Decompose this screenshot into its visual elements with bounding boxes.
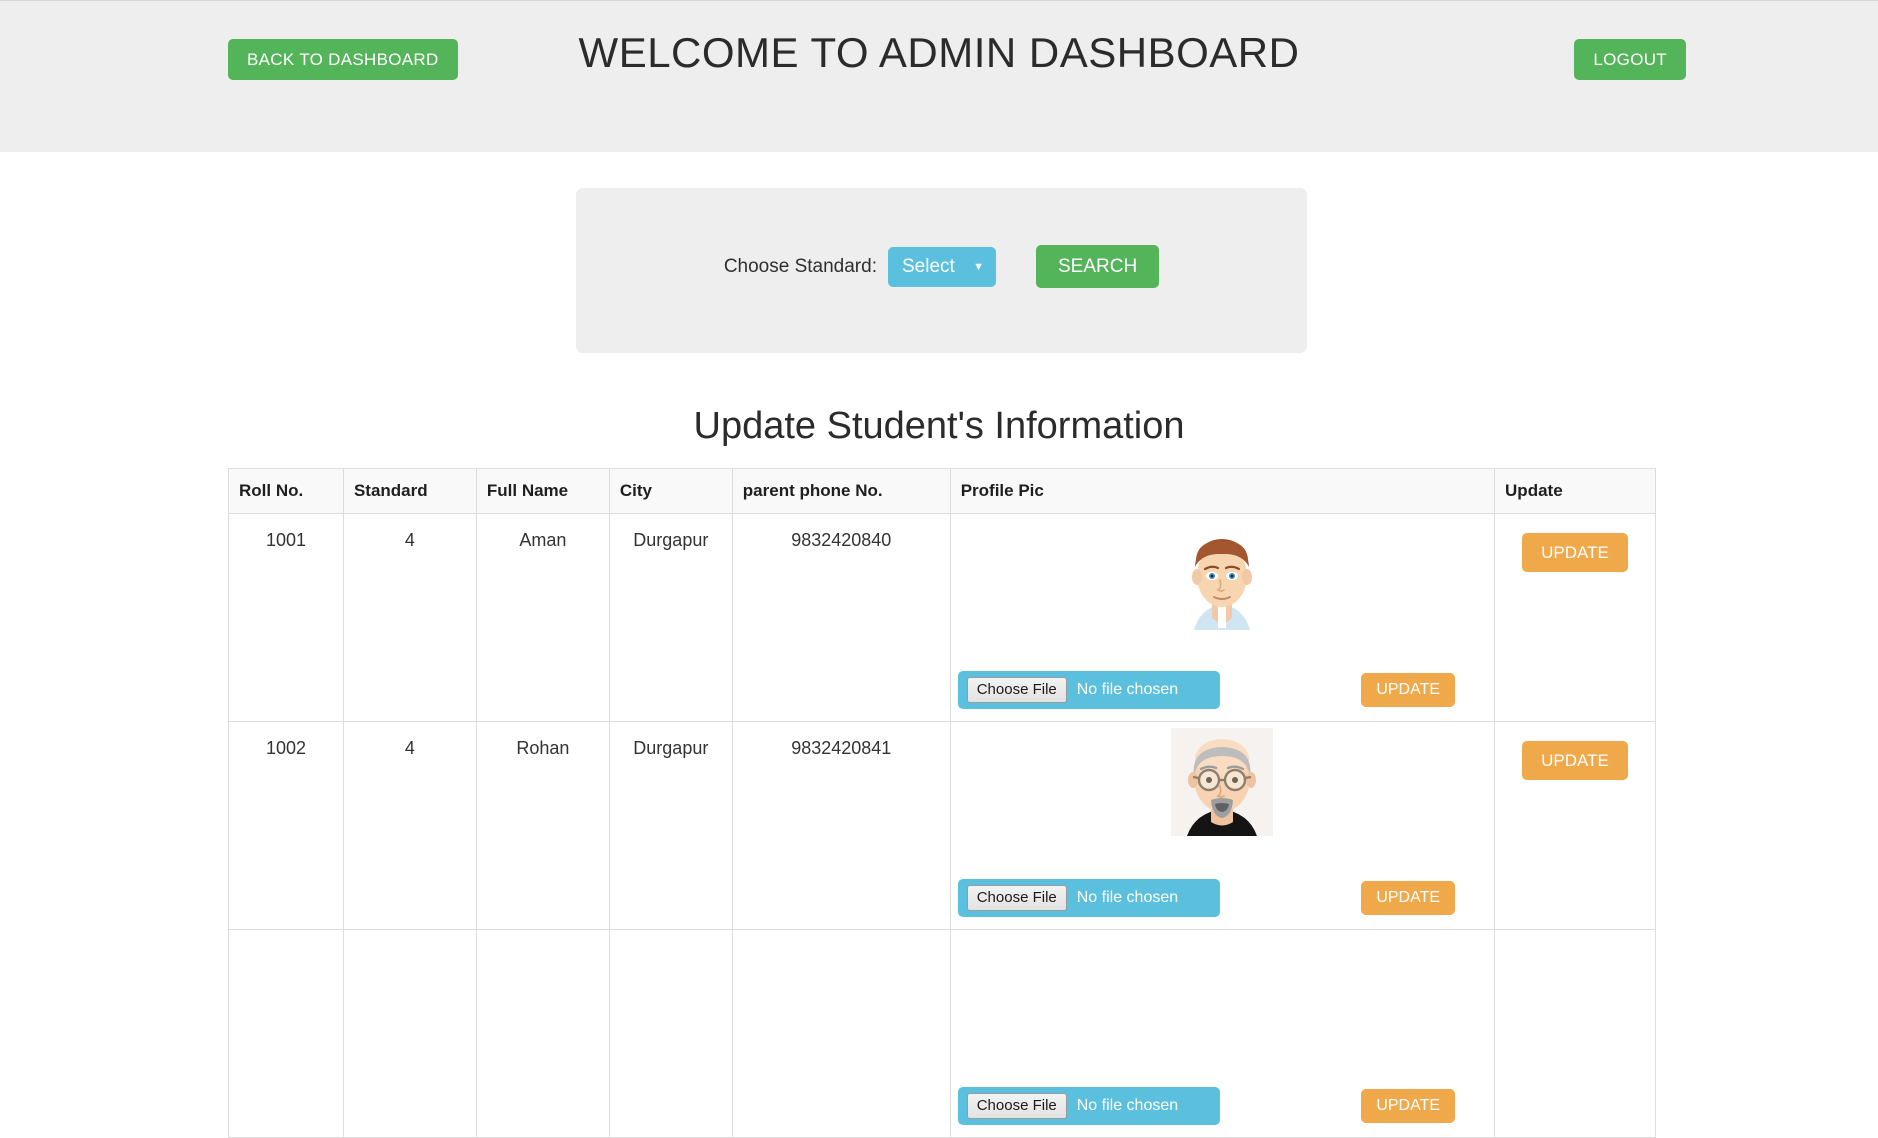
students-table: Roll No. Standard Full Name City parent …	[228, 468, 1656, 1138]
file-status-label: No file chosen	[1076, 889, 1179, 906]
profile-pic-file-input[interactable]: Choose File No file chosen	[957, 879, 1220, 917]
column-header-roll-no: Roll No.	[228, 468, 344, 514]
standard-select[interactable]: Select ▼	[887, 246, 996, 287]
column-header-city: City	[608, 468, 733, 514]
column-header-full-name: Full Name	[475, 468, 610, 514]
student-avatar-image	[1174, 520, 1271, 630]
table-row: 1002 4 Rohan Durgapur 9832420841 Choose …	[228, 721, 1656, 930]
cell-parent-phone: 9832420840	[731, 513, 951, 722]
table-row: 1001 4 Aman Durgapur 9832420840 Choose F…	[228, 513, 1656, 722]
cell-profile-pic: Choose File No file chosen UPDATE	[949, 513, 1496, 722]
profile-pic-file-input[interactable]: Choose File No file chosen	[957, 671, 1220, 709]
file-status-label: No file chosen	[1076, 1097, 1179, 1114]
column-header-update: Update	[1494, 468, 1656, 514]
cell-profile-pic: Choose File No file chosen UPDATE	[949, 721, 1496, 930]
cell-city: Durgapur	[608, 721, 733, 930]
upload-update-button[interactable]: UPDATE	[1361, 673, 1456, 707]
cell-update: UPDATE	[1494, 721, 1656, 930]
search-controls-row: Choose Standard: Select ▼ SEARCH	[576, 245, 1307, 288]
table-header: Roll No. Standard Full Name City parent …	[228, 468, 1656, 514]
cell-standard	[342, 929, 477, 1138]
choose-file-button[interactable]: Choose File	[966, 884, 1067, 912]
chevron-down-icon: ▼	[973, 260, 984, 273]
upload-update-button[interactable]: UPDATE	[1361, 881, 1456, 915]
cell-parent-phone	[731, 929, 951, 1138]
cell-standard: 4	[342, 513, 477, 722]
students-table-container: Roll No. Standard Full Name City parent …	[228, 468, 1656, 1138]
table-header-row: Roll No. Standard Full Name City parent …	[228, 468, 1656, 514]
cell-city: Durgapur	[608, 513, 733, 722]
profile-pic-upload-row: Choose File No file chosen UPDATE	[957, 879, 1487, 917]
row-update-button[interactable]: UPDATE	[1522, 533, 1628, 572]
search-panel: Choose Standard: Select ▼ SEARCH	[576, 188, 1307, 353]
page-header: BACK TO DASHBOARD WELCOME TO ADMIN DASHB…	[0, 0, 1878, 152]
upload-update-button[interactable]: UPDATE	[1361, 1089, 1456, 1123]
profile-pic-upload-row: Choose File No file chosen UPDATE	[957, 671, 1487, 709]
row-update-button[interactable]: UPDATE	[1522, 741, 1628, 780]
choose-file-button[interactable]: Choose File	[966, 1092, 1067, 1120]
cell-standard: 4	[342, 721, 477, 930]
table-body: 1001 4 Aman Durgapur 9832420840 Choose F…	[228, 513, 1656, 1138]
cell-roll-no	[228, 929, 344, 1138]
cell-roll-no: 1001	[228, 513, 344, 722]
cell-city	[608, 929, 733, 1138]
table-row: Choose File No file chosen UPDATE	[228, 929, 1656, 1138]
choose-standard-label: Choose Standard:	[723, 255, 877, 277]
profile-pic-upload-row: Choose File No file chosen UPDATE	[957, 1087, 1487, 1125]
cell-full-name	[475, 929, 610, 1138]
section-title: Update Student's Information	[693, 405, 1185, 447]
profile-pic-file-input[interactable]: Choose File No file chosen	[957, 1087, 1220, 1125]
choose-file-button[interactable]: Choose File	[966, 676, 1067, 704]
column-header-standard: Standard	[342, 468, 477, 514]
logout-button[interactable]: LOGOUT	[1574, 39, 1686, 80]
cell-update	[1494, 929, 1656, 1138]
cell-roll-no: 1002	[228, 721, 344, 930]
student-avatar-image	[1171, 728, 1274, 836]
file-status-label: No file chosen	[1076, 681, 1179, 698]
cell-parent-phone: 9832420841	[731, 721, 951, 930]
cell-full-name: Rohan	[475, 721, 610, 930]
cell-update: UPDATE	[1494, 513, 1656, 722]
column-header-profile-pic: Profile Pic	[949, 468, 1496, 514]
search-button[interactable]: SEARCH	[1035, 245, 1160, 288]
cell-full-name: Aman	[475, 513, 610, 722]
standard-select-value: Select	[901, 255, 955, 277]
column-header-parent-phone: parent phone No.	[731, 468, 951, 514]
cell-profile-pic: Choose File No file chosen UPDATE	[949, 929, 1496, 1138]
